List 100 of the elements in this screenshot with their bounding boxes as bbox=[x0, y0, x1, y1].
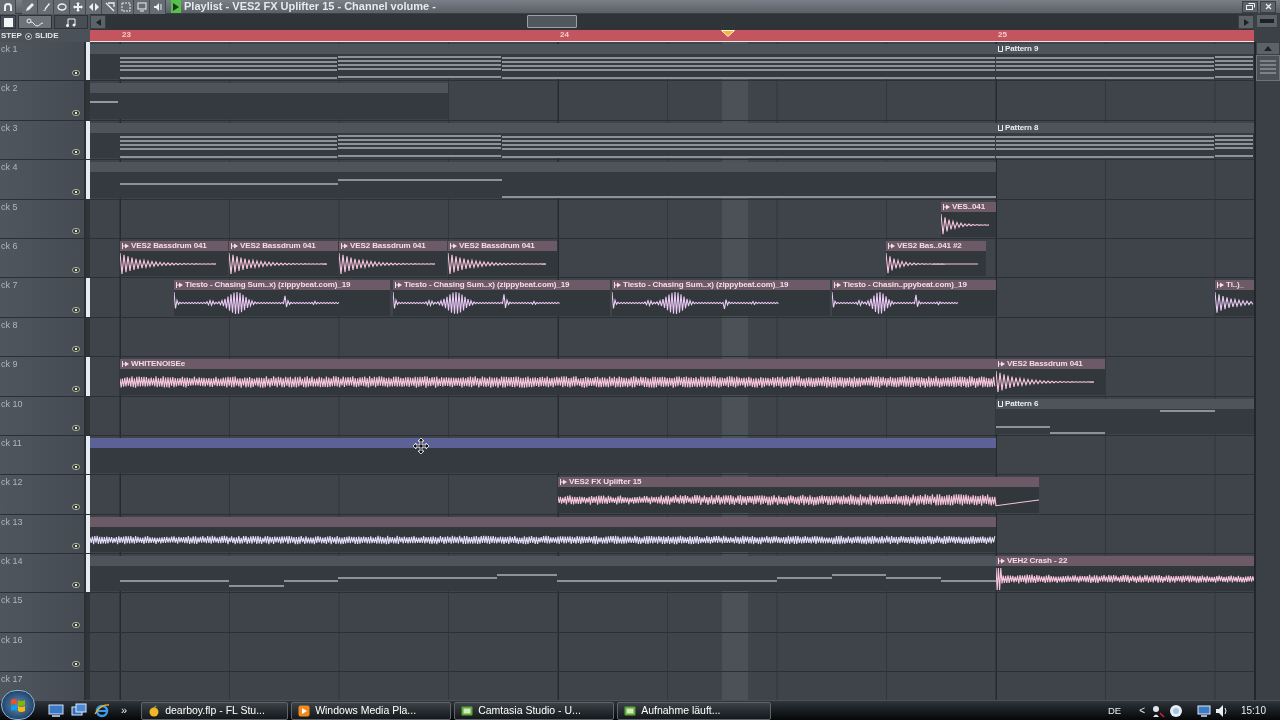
view-tab[interactable] bbox=[54, 15, 88, 29]
eye-icon[interactable] bbox=[72, 70, 80, 77]
audio-clip[interactable]: Ti..)_ bbox=[1215, 280, 1254, 316]
clip-label: VES2 FX Uplifter 15 bbox=[569, 478, 642, 487]
taskbar-task[interactable]: Aufnahme läuft... bbox=[617, 701, 772, 720]
eye-icon[interactable] bbox=[72, 543, 80, 550]
note-icon bbox=[66, 17, 76, 27]
taskbar-task[interactable]: Camtasia Studio - U... bbox=[454, 701, 615, 720]
eye-icon[interactable] bbox=[72, 188, 80, 195]
show-desktop-button[interactable] bbox=[46, 701, 65, 720]
ellipse-icon bbox=[56, 1, 67, 12]
scroll-thumb[interactable] bbox=[527, 15, 577, 28]
up-arrow-icon bbox=[1264, 46, 1272, 51]
knife-icon bbox=[104, 1, 115, 12]
scroll-grip[interactable] bbox=[1256, 55, 1280, 81]
track-name: ck 8 bbox=[1, 320, 18, 330]
speaker-icon[interactable] bbox=[1214, 703, 1229, 718]
clip-label: WHITENOISEe bbox=[131, 360, 186, 369]
eye-icon[interactable] bbox=[72, 346, 80, 353]
track-name: ck 6 bbox=[1, 241, 18, 251]
monitor-icon[interactable] bbox=[1196, 703, 1211, 718]
triangle-icon bbox=[998, 361, 1005, 368]
play-tile-icon bbox=[298, 704, 311, 717]
eye-icon[interactable] bbox=[72, 149, 80, 156]
eye-icon[interactable] bbox=[72, 503, 80, 510]
track-name: ck 7 bbox=[1, 281, 18, 291]
eye-icon[interactable] bbox=[72, 661, 80, 668]
clip-label: Tiesto - Chasing Sum..x) (zippybeat.com)_19 bbox=[185, 281, 351, 290]
slip-tool[interactable] bbox=[70, 0, 86, 14]
eye-icon[interactable] bbox=[72, 621, 80, 628]
taskbar-task[interactable]: dearboy.flp - FL Stu... bbox=[141, 701, 289, 720]
bracket-icon bbox=[998, 124, 1003, 131]
eye-icon[interactable] bbox=[72, 227, 80, 234]
track-name: ck 5 bbox=[1, 202, 18, 212]
magnet-tool[interactable] bbox=[0, 0, 16, 14]
slice-tool[interactable] bbox=[102, 0, 118, 14]
eye-icon[interactable] bbox=[72, 464, 80, 471]
clip-label: VES2 Bas..041 #2 bbox=[897, 241, 962, 250]
eye-icon[interactable] bbox=[72, 306, 80, 313]
taskbar-task[interactable]: Windows Media Pla... bbox=[291, 701, 452, 720]
show-hidden-icons-button[interactable]: < bbox=[1139, 705, 1145, 716]
pattern-clip[interactable]: Pattern 6 bbox=[996, 398, 1254, 434]
clip-label: Pattern 9 bbox=[1005, 45, 1039, 53]
audio-clip[interactable]: VES2 Bassdrum 041 bbox=[996, 359, 1105, 395]
select-box-icon bbox=[120, 1, 131, 12]
pattern-clip[interactable]: Pattern 8 bbox=[996, 122, 1254, 159]
eye-icon[interactable] bbox=[72, 424, 80, 431]
track-name: ck 1 bbox=[1, 45, 18, 54]
select-tool[interactable] bbox=[118, 0, 134, 14]
close-icon bbox=[1264, 3, 1272, 10]
browser-button[interactable] bbox=[92, 701, 111, 720]
track-name: ck 16 bbox=[1, 635, 23, 645]
eye-icon[interactable] bbox=[72, 109, 80, 116]
stretch-tool[interactable] bbox=[86, 0, 102, 14]
view-tab[interactable] bbox=[0, 15, 16, 29]
track-name: ck 4 bbox=[1, 163, 18, 173]
mute-tool[interactable] bbox=[54, 0, 70, 14]
clip-label: Pattern 8 bbox=[1005, 123, 1039, 132]
square-icon bbox=[3, 17, 13, 27]
clip-label: VES2 Bassdrum 041 bbox=[240, 241, 316, 250]
window-title: Playlist - VES2 FX Uplifter 15 - Channel volume - bbox=[184, 1, 436, 12]
fruit-icon bbox=[148, 704, 161, 717]
clip-label: VEH2 Crash - 22 bbox=[1007, 557, 1068, 566]
person-icon[interactable] bbox=[1150, 703, 1165, 718]
pencil-tool[interactable] bbox=[22, 0, 38, 14]
bracket-icon bbox=[998, 46, 1003, 52]
restore-button[interactable] bbox=[1242, 0, 1258, 13]
slide-label: SLIDE bbox=[34, 32, 59, 40]
play-button[interactable] bbox=[171, 0, 181, 13]
clip-label: VES2 Bassdrum 041 bbox=[459, 241, 535, 250]
grip-lines-icon bbox=[1260, 59, 1276, 77]
track-name: ck 2 bbox=[1, 84, 18, 94]
clip-label: Ti..)_ bbox=[1226, 281, 1244, 290]
audio-clip[interactable]: VEH2 Crash - 22 bbox=[996, 556, 1254, 592]
playback-tool[interactable] bbox=[150, 0, 166, 14]
magnet-icon bbox=[2, 1, 13, 12]
clip-label: Pattern 6 bbox=[1005, 399, 1039, 408]
restore-icon bbox=[1245, 3, 1255, 10]
brush-tool[interactable] bbox=[38, 0, 54, 14]
track-name: ck 17 bbox=[1, 675, 23, 685]
play-icon bbox=[173, 2, 179, 11]
eye-icon[interactable] bbox=[72, 582, 80, 589]
pattern-clip[interactable]: Pattern 9 bbox=[996, 44, 1254, 80]
close-button[interactable] bbox=[1260, 0, 1276, 13]
speaker-icon bbox=[152, 1, 163, 12]
scroll-up-button[interactable] bbox=[1256, 42, 1280, 55]
disc-icon[interactable] bbox=[1168, 703, 1183, 718]
language-indicator[interactable]: DE bbox=[1107, 705, 1122, 716]
screen-icon bbox=[624, 704, 637, 717]
eye-icon[interactable] bbox=[72, 267, 80, 274]
screen-icon bbox=[461, 704, 474, 717]
bracket-icon bbox=[998, 400, 1003, 407]
track-name: ck 15 bbox=[1, 596, 23, 606]
clock[interactable]: 15:10 bbox=[1240, 705, 1266, 716]
eye-icon[interactable] bbox=[72, 385, 80, 392]
zoom-tool[interactable] bbox=[134, 0, 150, 14]
timeline-ruler[interactable]: 23 24 25 bbox=[90, 30, 1254, 42]
horizontal-scrollbar[interactable] bbox=[90, 14, 1254, 30]
view-tab[interactable] bbox=[18, 15, 52, 29]
more-button[interactable]: » bbox=[121, 705, 128, 716]
